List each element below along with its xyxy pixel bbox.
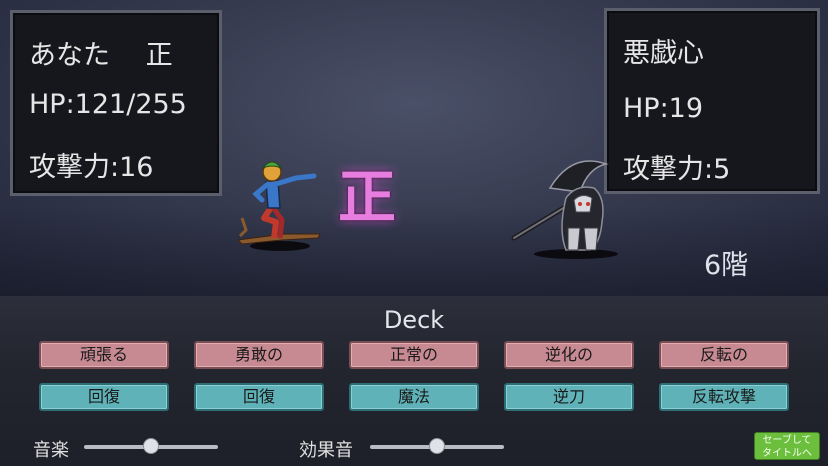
- player-attack: 攻撃力:16: [29, 152, 154, 183]
- card-skill-1[interactable]: 頑張る: [39, 341, 169, 369]
- sfx-slider-knob[interactable]: [429, 438, 445, 454]
- card-skill-3[interactable]: 正常の: [349, 341, 479, 369]
- action-kanji: 正: [338, 163, 397, 231]
- save-and-title-button[interactable]: セーブして タイトルへ: [754, 432, 820, 460]
- enemy-hp: HP:19: [623, 93, 704, 124]
- player-status-panel: あなた 正 HP:121/255 攻撃力:16: [10, 10, 222, 196]
- card-action-2[interactable]: 回復: [194, 383, 324, 411]
- music-slider-knob[interactable]: [143, 438, 159, 454]
- player-name: あなた 正: [29, 40, 173, 71]
- enemy-attack: 攻撃力:5: [623, 154, 731, 185]
- floor-indicator: 6階: [704, 250, 749, 281]
- card-action-3[interactable]: 魔法: [349, 383, 479, 411]
- save-button-line1: セーブして: [762, 435, 812, 446]
- player-character-sprite: [236, 161, 321, 251]
- music-label: 音楽: [33, 440, 69, 461]
- enemy-name: 悪戯心: [623, 38, 704, 69]
- card-skill-4[interactable]: 逆化の: [504, 341, 634, 369]
- card-skill-5[interactable]: 反転の: [659, 341, 789, 369]
- card-action-5[interactable]: 反転攻撃: [659, 383, 789, 411]
- card-action-1[interactable]: 回復: [39, 383, 169, 411]
- card-action-4[interactable]: 逆刀: [504, 383, 634, 411]
- card-skill-2[interactable]: 勇敢の: [194, 341, 324, 369]
- enemy-status-panel: 悪戯心 HP:19 攻撃力:5: [604, 8, 820, 194]
- sfx-label: 効果音: [299, 440, 353, 461]
- enemy-monster-sprite: [511, 160, 618, 259]
- save-button-line2: タイトルへ: [762, 448, 812, 459]
- battle-scene: あなた 正 HP:121/255 攻撃力:16 悪戯心 HP:19 攻撃力:5 …: [0, 0, 828, 296]
- player-hp: HP:121/255: [29, 89, 187, 120]
- deck-title: Deck: [383, 306, 445, 334]
